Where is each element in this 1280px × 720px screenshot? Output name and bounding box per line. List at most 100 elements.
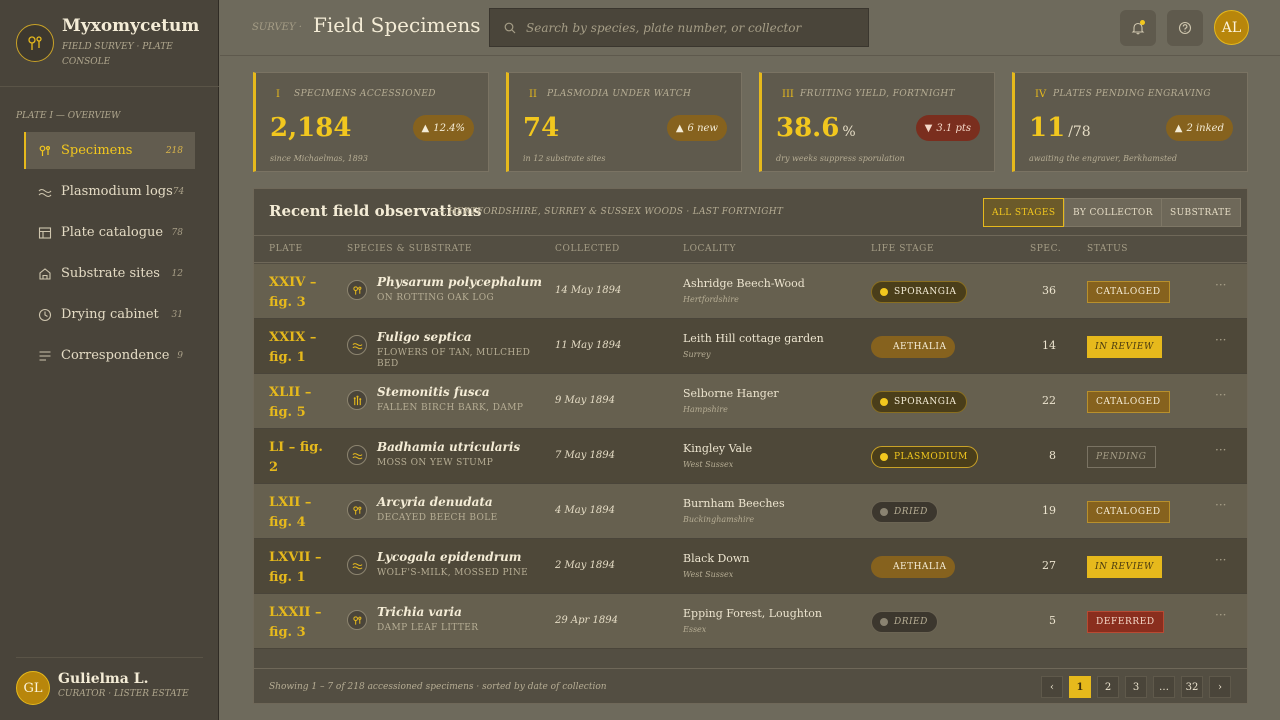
filter-by-collector[interactable]: BY COLLECTOR [1064,198,1162,227]
page-button-32[interactable]: 32 [1181,676,1203,698]
table-row[interactable]: LI – fig. 2 Badhamia utricularis MOSS ON Y… [254,429,1247,484]
header-avatar[interactable]: AL [1214,10,1249,45]
wave-icon [347,555,367,575]
stat-unit: % [842,124,856,140]
life-stage-label: DRIED [894,507,928,517]
stat-value: 38.6% [776,113,856,143]
species-name[interactable]: Fuligo septica [377,330,472,344]
locality: Epping Forest, Loughton [683,607,822,620]
plate-number[interactable]: XXIX – fig. 1 [269,328,331,368]
column-header-plate[interactable]: PLATE [269,244,303,254]
species-name[interactable]: Trichia varia [377,605,462,619]
table-row[interactable]: LXII – fig. 4 Arcyria denudata DECAYED BEE… [254,484,1247,539]
species-name[interactable]: Stemonitis fusca [377,385,490,399]
county: Hampshire [683,405,728,414]
specimen-count: 19 [1042,504,1056,517]
sidebar-item-label: Plate catalogue [61,225,164,240]
trend-value: 3.1 pts [936,122,971,134]
column-header-status[interactable]: STATUS [1087,244,1128,254]
collected-date: 4 May 1894 [555,505,616,516]
county: Buckinghamshire [683,515,755,524]
sidebar-item-count: 218 [165,145,183,156]
table-row[interactable]: XXIV – fig. 3 Physarum polycephalum ON ROT… [254,264,1247,319]
more-options-icon[interactable]: ··· [1215,553,1226,567]
sidebar-item-plate-catalogue[interactable]: Plate catalogue 78 [24,214,195,251]
table-header: PLATE SPECIES & SUBSTRATE COLLECTED LOCA… [254,235,1247,263]
stat-label: FRUITING YIELD, FORTNIGHT [800,89,956,99]
help-icon [1178,21,1192,35]
help-button[interactable] [1167,10,1203,46]
status-badge: IN REVIEW [1087,336,1162,358]
column-header-locality[interactable]: LOCALITY [683,244,736,254]
column-header-life-stage[interactable]: LIFE STAGE [871,244,934,254]
stat-card-plasmodia[interactable]: II PLASMODIA UNDER WATCH 74 ▲ 6 new in 12… [506,72,742,172]
user-profile[interactable]: GL Gulielma L. CURATOR · LISTER ESTATE [16,669,206,709]
page-button-3[interactable]: 3 [1125,676,1147,698]
species-name[interactable]: Arcyria denudata [377,495,493,509]
notifications-button[interactable] [1120,10,1156,46]
sidebar-item-correspondence[interactable]: Correspondence 9 [24,337,195,374]
lines-icon [38,349,52,363]
sidebar-item-substrate-sites[interactable]: Substrate sites 12 [24,255,195,292]
filter-substrate[interactable]: SUBSTRATE [1161,198,1241,227]
stat-value: 11/78 [1029,113,1091,143]
stat-note: in 12 substrate sites [523,154,606,163]
collected-date: 29 Apr 1894 [555,615,618,626]
plate-number[interactable]: LXII – fig. 4 [269,493,331,533]
more-options-icon[interactable]: ··· [1215,278,1226,292]
sidebar-item-label: Specimens [61,143,133,158]
plate-number[interactable]: XLII – fig. 5 [269,383,331,423]
more-options-icon[interactable]: ··· [1215,388,1226,402]
locality: Leith Hill cottage garden [683,332,824,345]
species-name[interactable]: Lycogala epidendrum [377,550,521,564]
plate-number[interactable]: LI – fig. 2 [269,438,331,478]
table-row[interactable]: LXXII – fig. 3 Trichia varia DAMP LEAF LIT… [254,594,1247,649]
plate-number[interactable]: LXXII – fig. 3 [269,603,331,643]
sidebar-item-drying-cabinet[interactable]: Drying cabinet 31 [24,296,195,333]
life-stage-label: SPORANGIA [894,397,957,407]
collected-date: 14 May 1894 [555,285,622,296]
more-options-icon[interactable]: ··· [1215,608,1226,622]
substrate: DAMP LEAF LITTER [377,623,479,633]
species-name[interactable]: Physarum polycephalum [377,275,542,289]
next-page-button[interactable]: › [1209,676,1231,698]
triangle-up-icon: ▲ [421,122,430,134]
more-options-icon[interactable]: ··· [1215,498,1226,512]
notification-dot [1140,20,1145,25]
species-name[interactable]: Badhamia utricularis [377,440,520,454]
column-header-collected[interactable]: COLLECTED [555,244,620,254]
breadcrumb[interactable]: SURVEY · [252,22,302,33]
more-options-icon[interactable]: ··· [1215,443,1226,457]
search-input[interactable] [526,20,868,35]
brand[interactable]: Myxomycetum FIELD SURVEY · PLATE CONSOLE [16,16,206,72]
table-row[interactable]: LXVII – fig. 1 Lycogala epidendrum WOLF'S-… [254,539,1247,594]
locality: Burnham Beeches [683,497,785,510]
status-badge: DEFERRED [1087,611,1164,633]
page-button-1[interactable]: 1 [1069,676,1091,698]
filter-all-stages[interactable]: ALL STAGES [983,198,1065,227]
more-options-icon[interactable]: ··· [1215,333,1226,347]
sidebar-item-specimens[interactable]: Specimens 218 [24,132,195,169]
stat-label: PLATES PENDING ENGRAVING [1053,89,1212,99]
stat-label: SPECIMENS ACCESSIONED [294,89,436,99]
table-row[interactable]: XXIX – fig. 1 Fuligo septica FLOWERS OF TA… [254,319,1247,374]
stat-card-specimens[interactable]: I SPECIMENS ACCESSIONED 2,184 ▲ 12.4% sin… [253,72,489,172]
trend-badge: ▼ 3.1 pts [915,115,980,141]
plate-number[interactable]: XXIV – fig. 3 [269,273,331,313]
sidebar-item-plasmodium-logs[interactable]: Plasmodium logs 74 [24,173,195,210]
life-stage-badge: SPORANGIA [871,391,967,413]
stat-card-fruiting-yield[interactable]: III FRUITING YIELD, FORTNIGHT 38.6% ▼ 3.1… [759,72,995,172]
column-header-species[interactable]: SPECIES & SUBSTRATE [347,244,472,254]
prev-page-button[interactable]: ‹ [1041,676,1063,698]
plate-number[interactable]: LXVII – fig. 1 [269,548,331,588]
page-button-2[interactable]: 2 [1097,676,1119,698]
life-stage-badge: DRIED [871,501,938,523]
county: West Sussex [683,570,734,579]
stat-card-plates-pending[interactable]: IV PLATES PENDING ENGRAVING 11/78 ▲ 2 ink… [1012,72,1248,172]
life-stage-badge: SPORANGIA [871,281,967,303]
county: Hertfordshire [683,295,739,304]
stage-dot [880,508,888,516]
plate-icon [38,226,52,240]
table-row[interactable]: XLII – fig. 5 Stemonitis fusca FALLEN BIRC… [254,374,1247,429]
column-header-spec[interactable]: SPEC. [1030,244,1061,254]
